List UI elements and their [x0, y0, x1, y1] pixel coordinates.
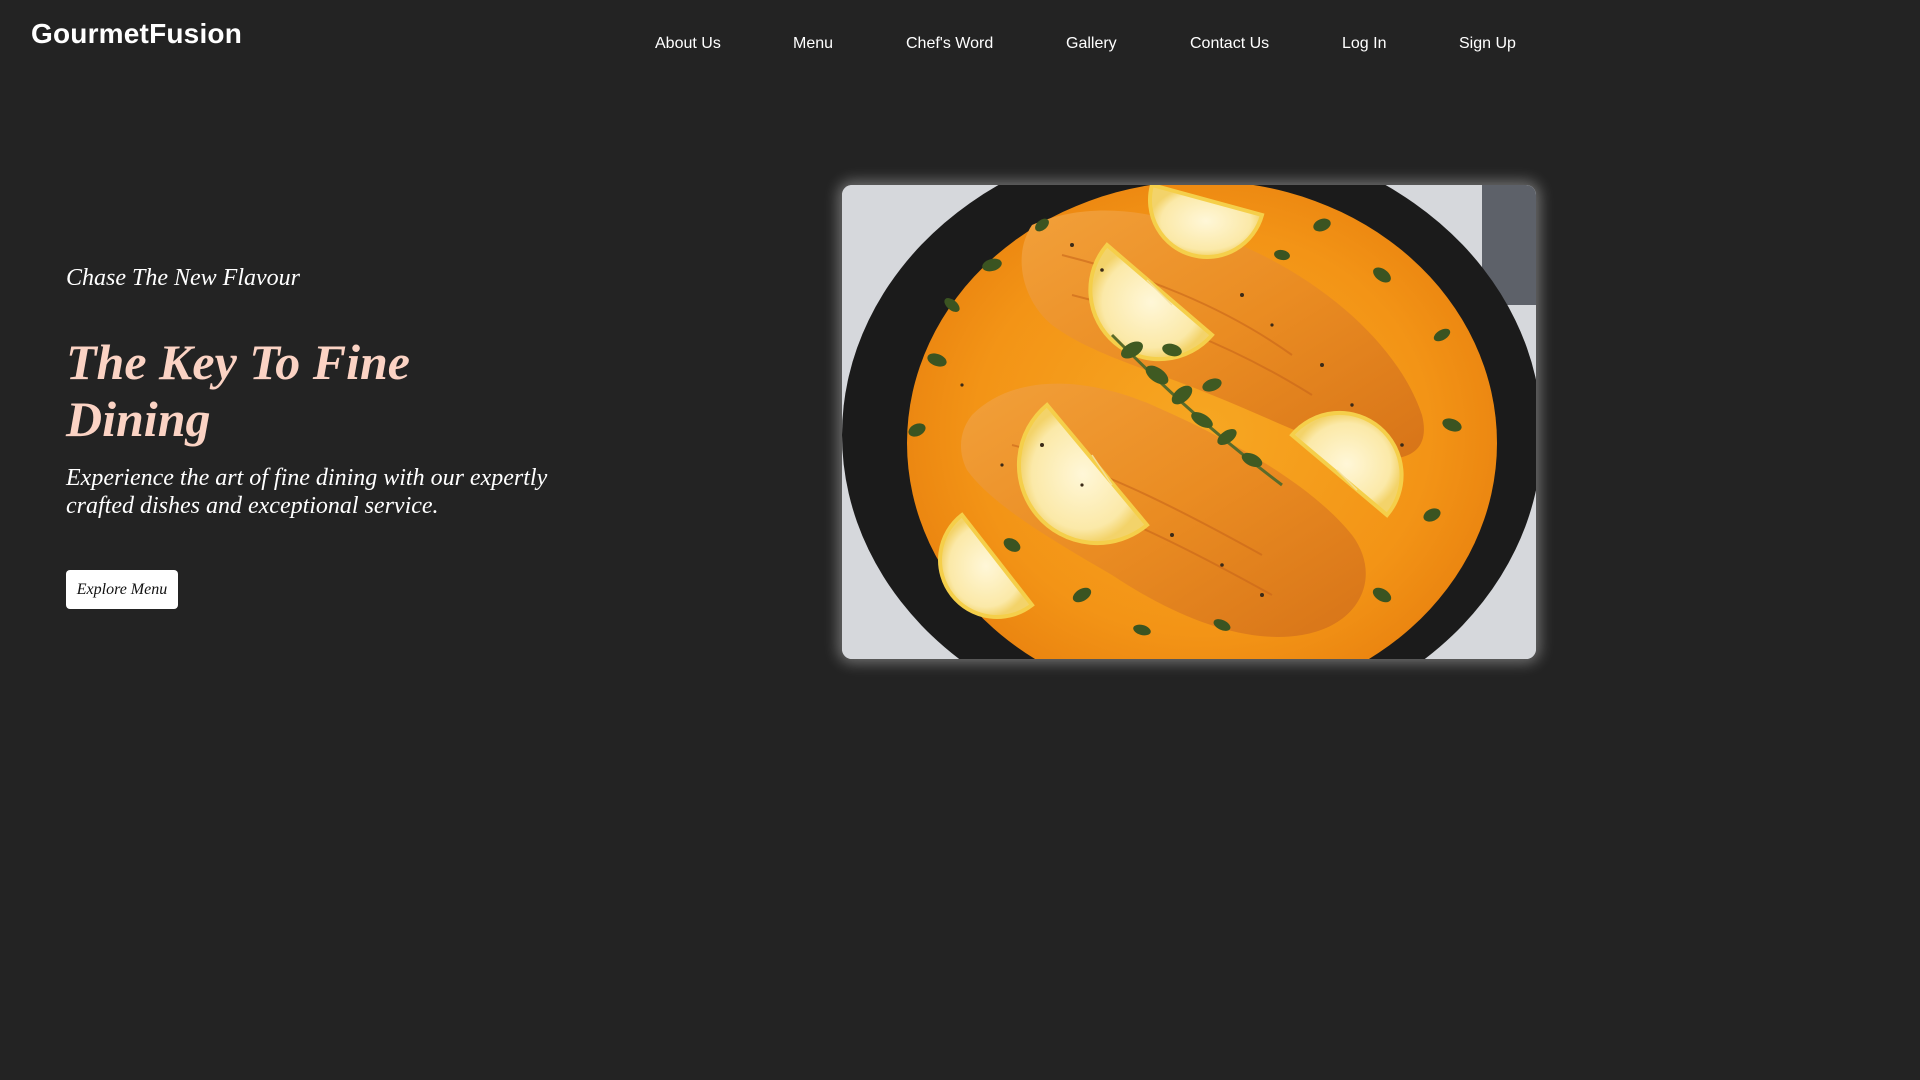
- nav-contact-us[interactable]: Contact Us: [1190, 35, 1269, 53]
- nav-gallery[interactable]: Gallery: [1066, 35, 1117, 53]
- explore-menu-button[interactable]: Explore Menu: [66, 570, 178, 609]
- salmon-dish-photo: [842, 185, 1536, 659]
- nav-sign-up[interactable]: Sign Up: [1459, 35, 1516, 53]
- hero-description: Experience the art of fine dining with o…: [66, 465, 548, 519]
- main-nav: About Us Menu Chef's Word Gallery Contac…: [0, 35, 1568, 55]
- hero-tagline: Chase The New Flavour: [66, 265, 300, 291]
- nav-log-in[interactable]: Log In: [1342, 35, 1386, 53]
- nav-about-us[interactable]: About Us: [655, 35, 721, 53]
- hero-headline: The Key To Fine Dining: [66, 334, 410, 447]
- nav-chefs-word[interactable]: Chef's Word: [906, 35, 993, 53]
- nav-menu[interactable]: Menu: [793, 35, 833, 53]
